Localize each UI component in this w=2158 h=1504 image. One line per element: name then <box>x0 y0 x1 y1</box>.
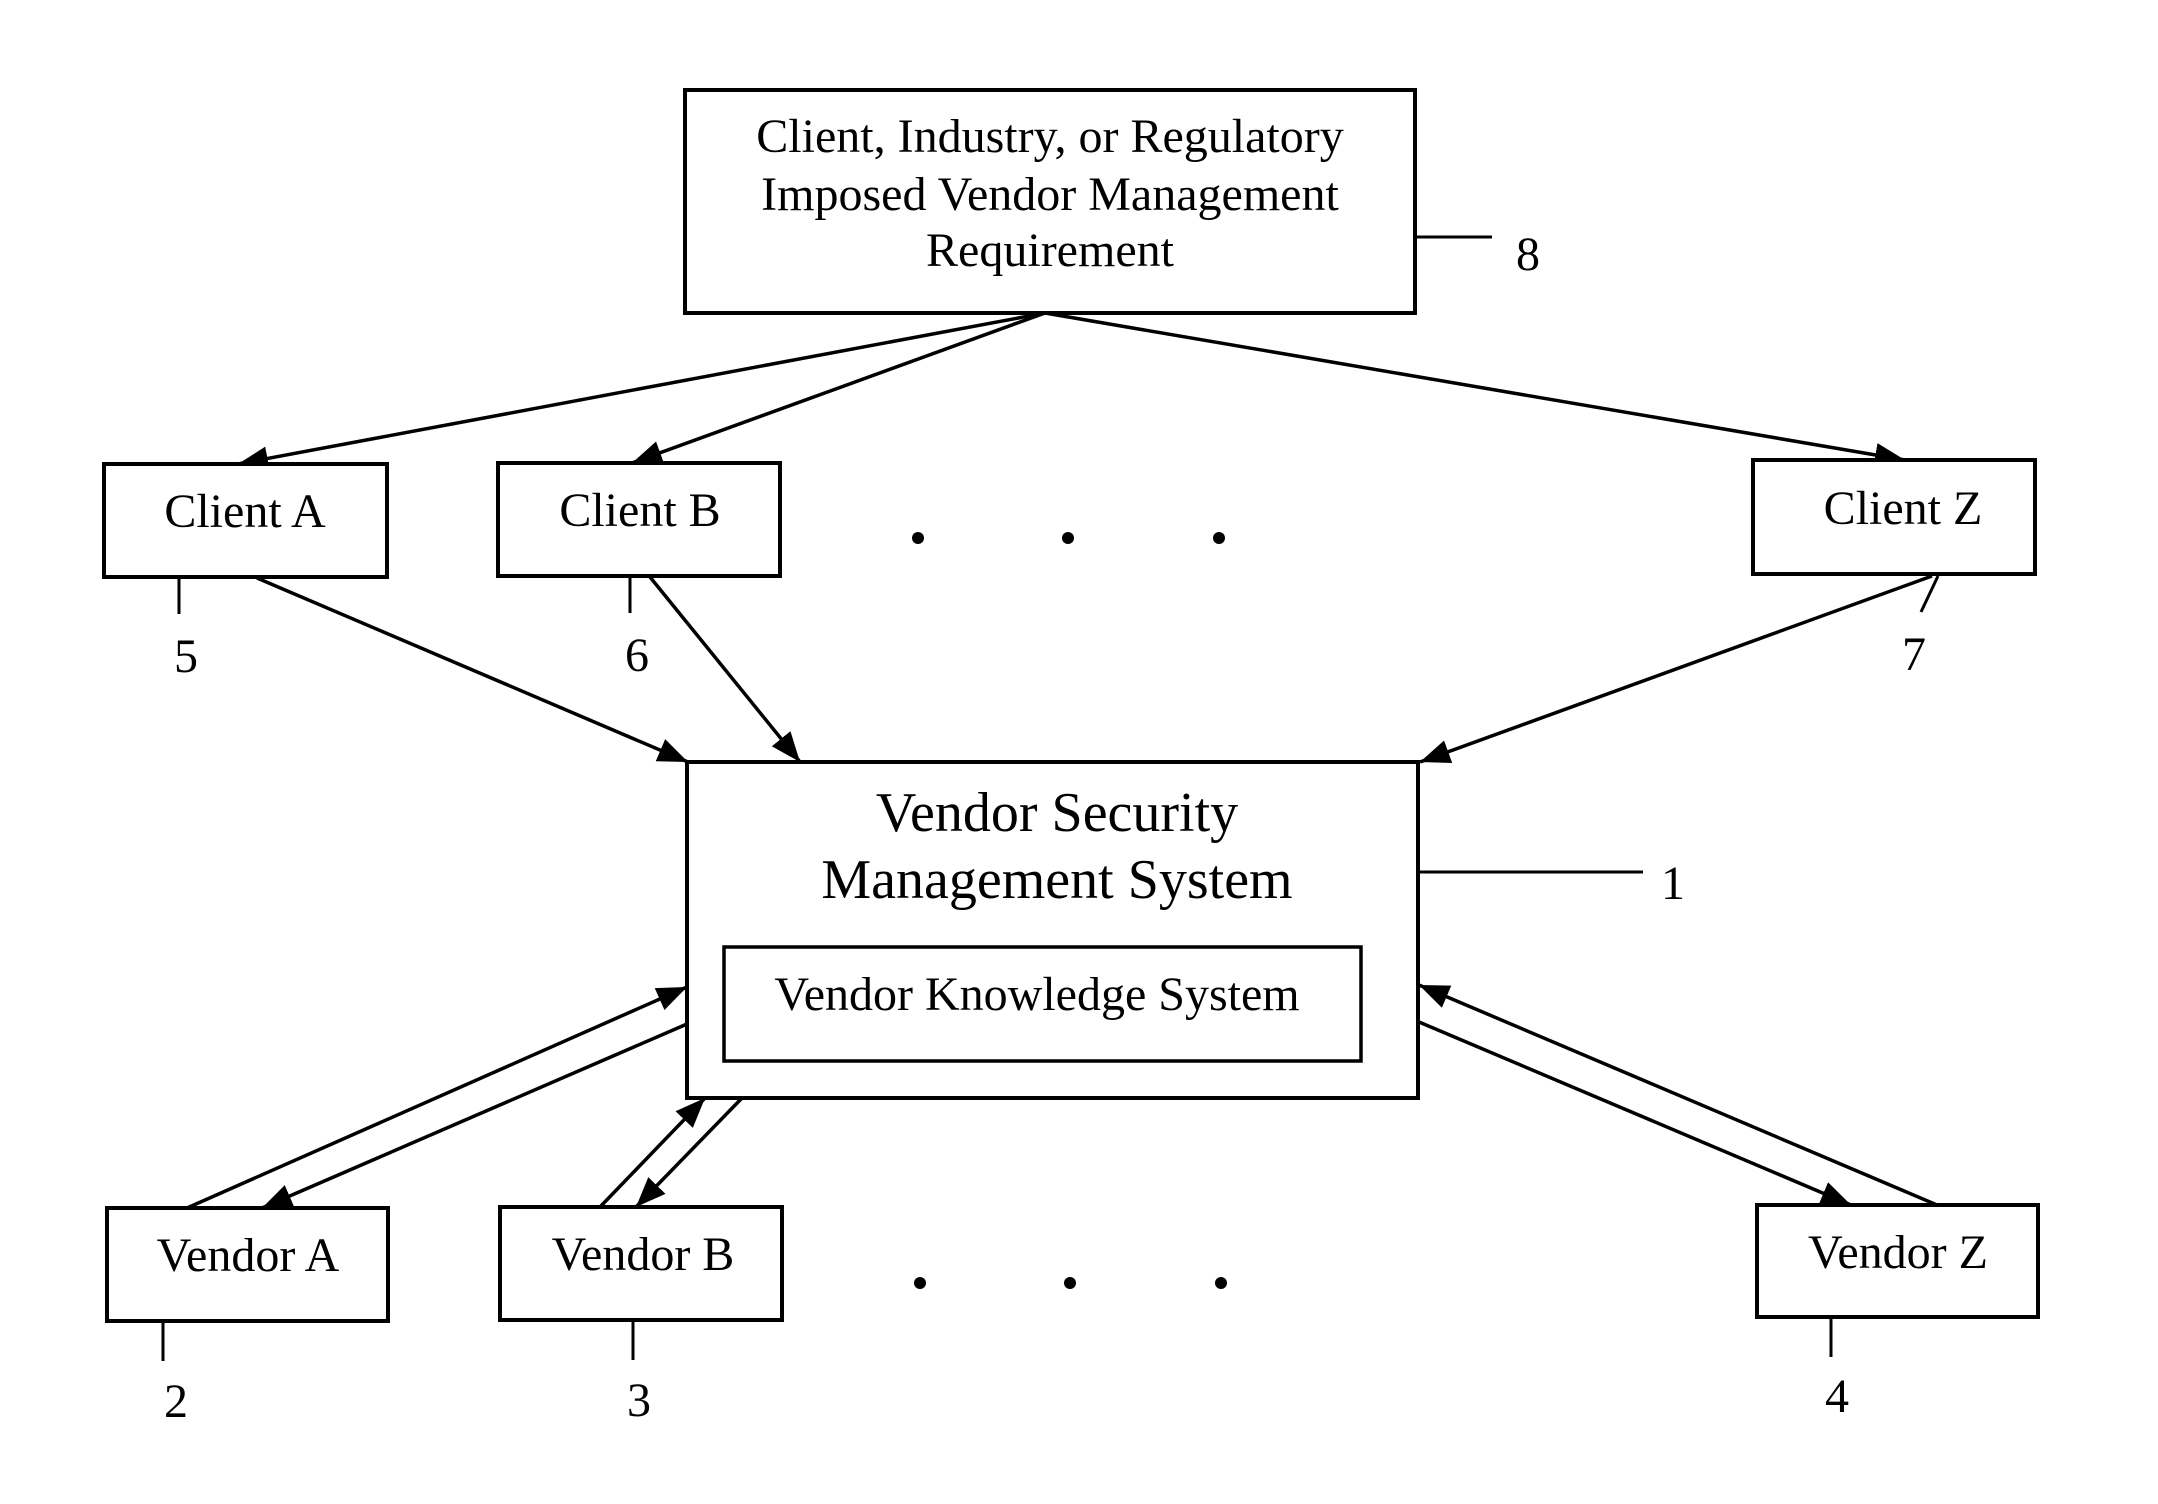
ref-number-5: 5 <box>174 630 198 683</box>
ref-number-4: 4 <box>1825 1370 1849 1423</box>
client-z-node: Client Z 7 <box>1751 458 2037 681</box>
requirement-text-line-2: Imposed Vendor Management <box>761 168 1339 221</box>
vendor-b-label: Vendor B <box>552 1228 735 1281</box>
client-ellipsis <box>912 532 1225 544</box>
vendor-a-node: Vendor A 2 <box>105 1206 390 1428</box>
system-title-line-2: Management System <box>821 849 1292 911</box>
requirement-text-line-1: Client, Industry, or Regulatory <box>756 110 1343 163</box>
vendor-management-diagram: Client, Industry, or Regulatory Imposed … <box>102 88 2040 1428</box>
vendor-b-node: Vendor B 3 <box>498 1205 784 1427</box>
ellipsis-dot <box>1215 1277 1227 1289</box>
system-title-line-1: Vendor Security <box>876 782 1238 844</box>
ref-number-7: 7 <box>1902 628 1926 681</box>
ref-number-8: 8 <box>1516 228 1540 281</box>
requirement-node: Client, Industry, or Regulatory Imposed … <box>683 88 1540 315</box>
vendor-z-label: Vendor Z <box>1808 1226 1988 1279</box>
ref-number-2: 2 <box>164 1375 188 1428</box>
vendor-ellipsis <box>914 1277 1227 1289</box>
client-z-label: Client Z <box>1824 482 1983 535</box>
client-a-label: Client A <box>164 485 326 538</box>
arrow-client-b-to-system <box>648 575 802 764</box>
ref-leader-7 <box>1919 575 1940 613</box>
requirement-text-line-3: Requirement <box>926 224 1175 277</box>
ref-number-6: 6 <box>625 629 649 682</box>
vendor-a-label: Vendor A <box>157 1229 340 1282</box>
client-b-label: Client B <box>559 484 720 537</box>
arrow-requirement-to-client-z <box>1044 311 1906 467</box>
arrow-client-z-to-system <box>1419 574 1933 764</box>
ellipsis-dot <box>1213 532 1225 544</box>
arrow-requirement-to-client-a <box>237 311 1046 471</box>
arrow-vendor-a-to-system <box>186 985 688 1210</box>
system-node: Vendor Security Management System Vendor… <box>685 760 1685 1100</box>
ellipsis-dot <box>914 1277 926 1289</box>
ellipsis-dot <box>912 532 924 544</box>
ellipsis-dot <box>1062 532 1074 544</box>
client-b-node: Client B 6 <box>496 461 782 682</box>
arrow-vendor-z-to-system <box>1418 983 1938 1207</box>
ref-number-1: 1 <box>1661 857 1685 910</box>
client-a-node: Client A 5 <box>102 462 389 683</box>
knowledge-system-label: Vendor Knowledge System <box>774 968 1299 1021</box>
arrow-requirement-to-client-b <box>631 311 1046 465</box>
arrow-system-to-vendor-z <box>1418 1020 1852 1207</box>
arrow-client-a-to-system <box>256 576 689 764</box>
vendor-z-node: Vendor Z 4 <box>1755 1203 2040 1423</box>
ref-number-3: 3 <box>627 1374 651 1427</box>
ellipsis-dot <box>1064 1277 1076 1289</box>
